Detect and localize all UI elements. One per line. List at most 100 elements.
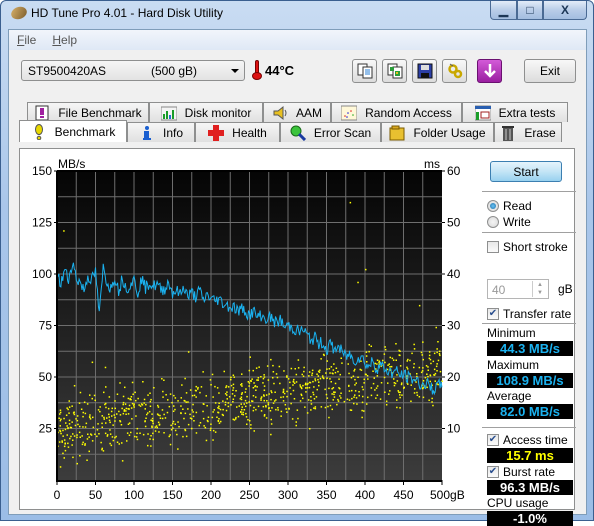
access-time-point [413, 366, 415, 369]
access-time-point [157, 406, 160, 408]
access-time-point [121, 407, 123, 410]
tab-random-access[interactable]: Random Access [331, 102, 462, 122]
access-time-point [211, 416, 214, 419]
access-time-point [76, 419, 79, 422]
folder-icon [389, 125, 405, 140]
access-time-point [282, 388, 285, 391]
access-time-point [121, 442, 123, 444]
access-time-point [200, 386, 203, 388]
access-time-point [439, 370, 442, 373]
access-time-point [227, 386, 230, 388]
access-time-point [313, 407, 315, 409]
access-time-point [401, 394, 403, 396]
access-time-point [147, 433, 149, 435]
access-time-point [153, 387, 155, 389]
access-time-point [253, 430, 255, 432]
access-time-point [257, 405, 260, 408]
access-time-point [149, 438, 151, 440]
tab-folder-usage[interactable]: Folder Usage [381, 122, 494, 142]
access-time-point [89, 394, 91, 396]
access-time-value: 15.7 ms [487, 448, 573, 463]
read-radio[interactable]: Read [487, 199, 532, 213]
access-time-point [240, 411, 242, 413]
access-time-point [157, 421, 160, 424]
transfer-rate-checkbox[interactable]: ✔ Transfer rate [487, 307, 571, 321]
access-time-point [172, 420, 175, 423]
access-time-point [378, 361, 380, 364]
short-stroke-spinner[interactable]: 40 ▲ ▼ [487, 279, 549, 299]
access-time-point [135, 436, 138, 438]
spin-down-icon[interactable]: ▼ [533, 289, 547, 297]
access-time-point [89, 414, 91, 416]
write-radio[interactable]: Write [487, 215, 531, 229]
access-time-checkbox[interactable]: ✔ Access time [487, 433, 568, 447]
tab-error-scan[interactable]: Error Scan [280, 122, 381, 142]
access-time-point [226, 391, 228, 393]
copy-text-button[interactable] [352, 59, 377, 83]
tab-extra-tests[interactable]: Extra tests [462, 102, 568, 122]
tab-file-benchmark[interactable]: File Benchmark [27, 102, 149, 122]
options-button[interactable] [442, 59, 467, 83]
access-time-point [354, 368, 356, 371]
title-bar[interactable]: HD Tune Pro 4.01 - Hard Disk Utility ▁ □… [1, 1, 593, 27]
save-button[interactable] [412, 59, 437, 83]
tab-aam[interactable]: AAM [263, 102, 331, 122]
copy-screenshot-button[interactable] [382, 59, 407, 83]
download-button[interactable] [477, 59, 502, 83]
access-time-point [151, 420, 154, 423]
temperature-readout: 44°C [265, 63, 295, 78]
access-time-point [166, 411, 169, 414]
access-time-point [212, 429, 215, 432]
drive-select[interactable]: ST9500420AS (500 gB) [21, 60, 245, 81]
minimize-button[interactable]: ▁ [490, 1, 517, 20]
tab-disk-monitor[interactable]: Disk monitor [149, 102, 263, 122]
access-time-point [432, 404, 434, 407]
radio-unselected-icon [487, 216, 499, 228]
maximize-button[interactable]: □ [517, 1, 543, 20]
access-time-point [383, 353, 386, 355]
exit-button[interactable]: Exit [524, 59, 576, 83]
access-time-point [245, 405, 247, 408]
access-time-point [292, 380, 295, 383]
access-time-point [348, 390, 351, 392]
access-time-point [114, 416, 116, 419]
close-button[interactable]: X [543, 1, 587, 20]
menu-help[interactable]: Help [44, 33, 85, 47]
tab-info[interactable]: Info [127, 122, 195, 142]
spin-up-icon[interactable]: ▲ [533, 281, 547, 289]
tab-benchmark[interactable]: Benchmark [19, 120, 127, 142]
access-time-point [378, 360, 381, 362]
access-time-point [399, 350, 401, 352]
access-time-point [310, 409, 312, 411]
access-time-point [120, 424, 123, 426]
access-time-point [150, 445, 152, 447]
access-time-point [406, 368, 409, 370]
access-time-point [192, 403, 194, 406]
access-time-point [426, 386, 428, 389]
tab-health[interactable]: Health [195, 122, 280, 142]
access-time-point [91, 361, 94, 364]
toolbar: ST9500420AS (500 gB) 44°C Exit [9, 50, 586, 94]
access-time-point [97, 423, 99, 425]
access-time-point [191, 418, 193, 420]
access-time-point [136, 427, 139, 430]
access-time-point [435, 365, 438, 368]
access-time-point [174, 397, 177, 399]
access-time-point [230, 404, 232, 406]
menu-file[interactable]: File [9, 33, 44, 47]
access-time-point [313, 386, 315, 388]
maximum-label: Maximum [487, 358, 540, 372]
access-time-point [292, 389, 295, 392]
tab-erase[interactable]: Erase [494, 122, 562, 142]
access-time-point [187, 423, 190, 426]
access-time-point [331, 408, 333, 411]
burst-rate-checkbox[interactable]: ✔ Burst rate [487, 465, 555, 479]
access-time-point [185, 435, 188, 438]
short-stroke-checkbox[interactable]: Short stroke [487, 240, 568, 254]
access-time-point [249, 420, 251, 422]
access-time-point [82, 426, 84, 428]
start-button[interactable]: Start [490, 161, 562, 182]
access-time-point [182, 435, 184, 438]
access-time-point [105, 406, 107, 409]
access-time-point [139, 405, 142, 407]
